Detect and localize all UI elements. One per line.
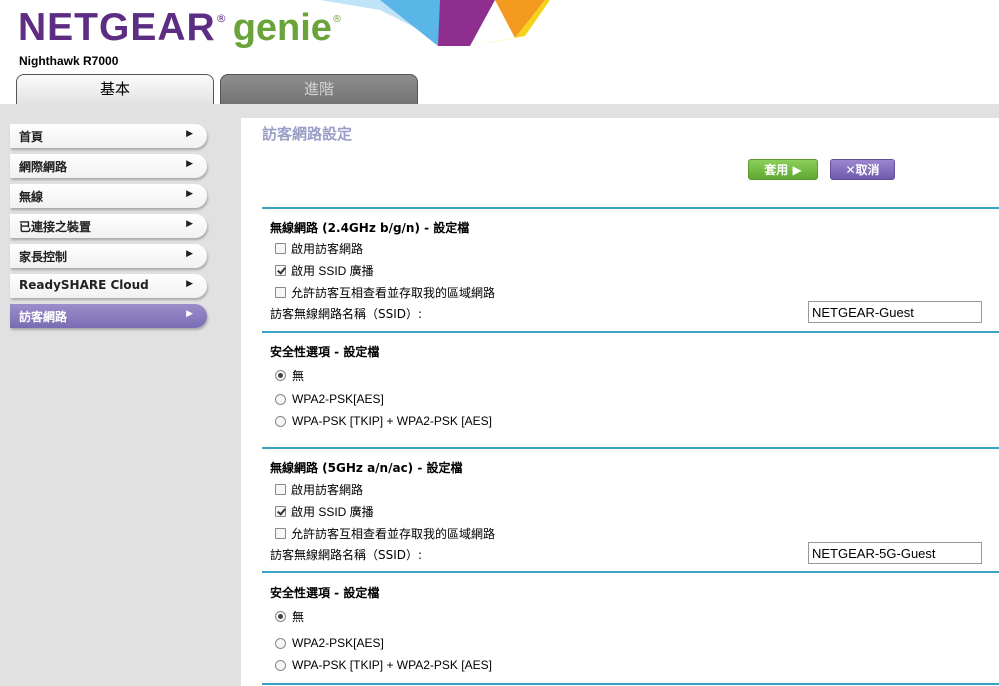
sidebar-item-home[interactable]: 首頁 ▶ [10, 124, 207, 148]
sidebar: 首頁 ▶ 網際網路 ▶ 無線 ▶ 已連接之裝置 ▶ 家長控制 ▶ ReadySH… [0, 118, 241, 686]
security-wpa2-5-radio[interactable] [275, 637, 286, 649]
option-label: 啟用訪客網路 [291, 483, 364, 497]
sidebar-item-wireless[interactable]: 無線 ▶ [10, 184, 207, 208]
enable-guest-5-checkbox[interactable] [275, 484, 286, 495]
chevron-right-icon: ▶ [186, 279, 193, 289]
option-enable-guest-24: 啟用訪客網路 [275, 240, 363, 257]
header: NETGEAR® genie® Nighthawk R7000 基本 進階 [0, 0, 999, 104]
option-label: WPA-PSK [TKIP] + WPA2-PSK [AES] [292, 414, 492, 428]
option-security-wpa2-24: WPA2-PSK[AES] [275, 392, 384, 406]
chevron-right-icon: ▶ [186, 309, 193, 319]
sidebar-item-attached-devices[interactable]: 已連接之裝置 ▶ [10, 214, 207, 238]
chevron-right-icon: ▶ [186, 249, 193, 259]
security-wpa2-24-radio[interactable] [275, 393, 286, 405]
option-label: WPA-PSK [TKIP] + WPA2-PSK [AES] [292, 658, 492, 672]
option-enable-guest-5: 啟用訪客網路 [275, 481, 363, 498]
brand-reg-mark: ® [215, 12, 227, 25]
brand-name: NETGEAR [18, 6, 216, 49]
netgear-genie-logo: NETGEAR® genie® [18, 6, 342, 50]
option-security-none-5: 無 [275, 608, 304, 625]
section-divider [262, 683, 999, 685]
ssid-broadcast-5-checkbox[interactable] [275, 506, 286, 517]
security-none-24-radio[interactable] [275, 370, 286, 381]
option-allow-lan-5: 允許訪客互相查看並存取我的區域網路 [275, 525, 495, 542]
option-ssid-broadcast-24: 啟用 SSID 廣播 [275, 262, 374, 279]
product-name: genie [232, 7, 332, 49]
page-title: 訪客網路設定 [262, 125, 353, 143]
ssid-input-24[interactable] [808, 301, 982, 323]
option-security-wpa-mixed-24: WPA-PSK [TKIP] + WPA2-PSK [AES] [275, 414, 492, 428]
sidebar-item-label: 已連接之裝置 [19, 220, 92, 234]
sidebar-item-guest-network[interactable]: 訪客網路 ▶ [10, 304, 207, 328]
section-title-security-5: 安全性選項 - 設定檔 [270, 586, 380, 600]
ssid-input-5[interactable] [808, 542, 982, 564]
sidebar-item-internet[interactable]: 網際網路 ▶ [10, 154, 207, 178]
cancel-button[interactable]: ✕取消 [830, 159, 895, 180]
ssid-broadcast-24-checkbox[interactable] [275, 265, 286, 276]
sidebar-item-readyshare-cloud[interactable]: ReadySHARE Cloud ▶ [10, 274, 207, 298]
security-none-5-radio[interactable] [275, 611, 286, 622]
option-label: WPA2-PSK[AES] [292, 636, 384, 650]
ssid-label-5: 訪客無線網路名稱（SSID）: [270, 548, 423, 562]
option-label: 無 [292, 369, 305, 383]
chevron-right-icon: ▶ [186, 159, 193, 169]
option-security-none-24: 無 [275, 367, 304, 384]
security-wpa-mixed-5-radio[interactable] [275, 659, 286, 671]
option-label: 允許訪客互相查看並存取我的區域網路 [291, 286, 496, 300]
main-content: 訪客網路設定 套用 ▶ ✕取消 無線網路 (2.4GHz b/g/n) - 設定… [241, 118, 999, 686]
sidebar-item-label: 網際網路 [19, 160, 68, 174]
sidebar-item-label: 訪客網路 [19, 310, 68, 324]
sidebar-item-label: ReadySHARE Cloud [19, 278, 149, 292]
section-title-5ghz: 無線網路 (5GHz a/n/ac) - 設定檔 [270, 461, 463, 475]
option-label: 啟用 SSID 廣播 [291, 264, 374, 278]
ssid-label-24: 訪客無線網路名稱（SSID）: [270, 307, 423, 321]
option-allow-lan-24: 允許訪客互相查看並存取我的區域網路 [275, 284, 495, 301]
option-security-wpa2-5: WPA2-PSK[AES] [275, 636, 384, 650]
chevron-right-icon: ▶ [186, 219, 193, 229]
section-title-24ghz: 無線網路 (2.4GHz b/g/n) - 設定檔 [270, 221, 470, 235]
sidebar-item-parental-controls[interactable]: 家長控制 ▶ [10, 244, 207, 268]
section-divider [262, 331, 999, 333]
chevron-right-icon: ▶ [186, 189, 193, 199]
chevron-right-icon: ▶ [186, 129, 193, 139]
security-wpa-mixed-24-radio[interactable] [275, 415, 286, 427]
router-model: Nighthawk R7000 [19, 54, 119, 68]
option-ssid-broadcast-5: 啟用 SSID 廣播 [275, 503, 374, 520]
sidebar-item-label: 無線 [19, 190, 44, 204]
section-divider [262, 207, 999, 209]
allow-lan-5-checkbox[interactable] [275, 528, 286, 539]
section-divider [262, 571, 999, 573]
apply-button[interactable]: 套用 ▶ [748, 159, 818, 180]
tab-bar-strip [0, 104, 999, 118]
section-title-security-24: 安全性選項 - 設定檔 [270, 345, 380, 359]
option-label: 啟用訪客網路 [291, 242, 364, 256]
sidebar-item-label: 家長控制 [19, 250, 68, 264]
option-label: 啟用 SSID 廣播 [291, 505, 374, 519]
sidebar-item-label: 首頁 [19, 130, 44, 144]
allow-lan-24-checkbox[interactable] [275, 287, 286, 298]
tab-basic[interactable]: 基本 [16, 74, 214, 104]
section-divider [262, 447, 999, 449]
decorative-shapes-icon [320, 0, 550, 46]
option-label: 允許訪客互相查看並存取我的區域網路 [291, 527, 496, 541]
option-label: WPA2-PSK[AES] [292, 392, 384, 406]
enable-guest-24-checkbox[interactable] [275, 243, 286, 254]
option-security-wpa-mixed-5: WPA-PSK [TKIP] + WPA2-PSK [AES] [275, 658, 492, 672]
option-label: 無 [292, 610, 305, 624]
tab-advanced[interactable]: 進階 [220, 74, 418, 104]
